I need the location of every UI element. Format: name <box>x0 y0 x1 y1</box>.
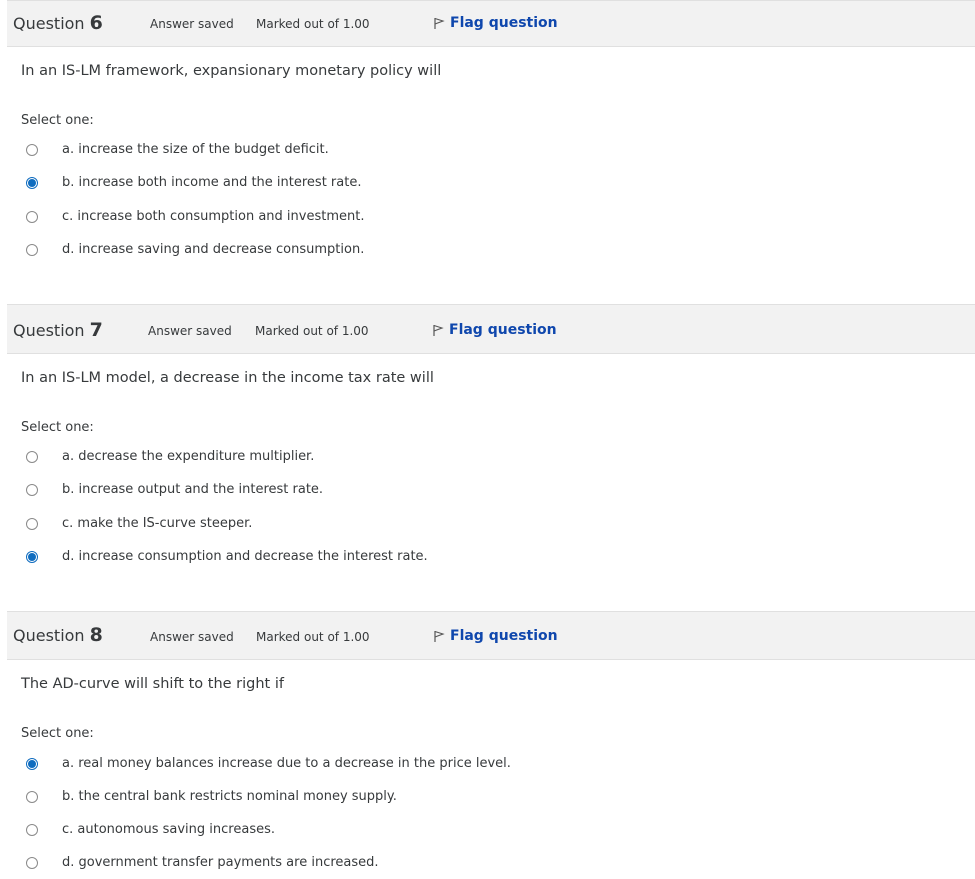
answer-option-a[interactable]: a. real money balances increase due to a… <box>7 750 707 780</box>
answer-option-b[interactable]: b. the central bank restricts nominal mo… <box>7 783 707 813</box>
answer-label[interactable]: c. increase both consumption and investm… <box>62 209 364 224</box>
question-number: 6 <box>89 12 103 34</box>
radio-button[interactable] <box>26 451 38 463</box>
answer-label[interactable]: c. autonomous saving increases. <box>62 822 275 837</box>
answer-label[interactable]: a. increase the size of the budget defic… <box>62 142 329 157</box>
flag-icon <box>434 17 445 29</box>
answer-label[interactable]: d. increase saving and decrease consumpt… <box>62 242 364 257</box>
select-one-prompt: Select one: <box>21 113 94 128</box>
radio-button[interactable] <box>26 244 38 256</box>
answer-option-a[interactable]: a. increase the size of the budget defic… <box>7 136 707 166</box>
answer-option-b[interactable]: b. increase output and the interest rate… <box>7 476 707 506</box>
answer-option-c[interactable]: c. autonomous saving increases. <box>7 816 707 846</box>
radio-button[interactable] <box>26 211 38 223</box>
question-label: Question <box>13 14 85 33</box>
radio-button[interactable] <box>26 857 38 869</box>
question-number: 7 <box>89 319 103 341</box>
select-one-prompt: Select one: <box>21 420 94 435</box>
question-label: Question <box>13 321 85 340</box>
question-number: 8 <box>89 624 103 646</box>
flag-question-label: Flag question <box>449 322 557 338</box>
radio-button-checked[interactable] <box>26 758 38 770</box>
question-text: In an IS-LM framework, expansionary mone… <box>21 63 442 79</box>
answer-option-c[interactable]: c. increase both consumption and investm… <box>7 203 707 233</box>
question-title: Question 7 <box>13 319 103 341</box>
radio-button-checked[interactable] <box>26 177 38 189</box>
question-title: Question 6 <box>13 12 103 34</box>
answer-label[interactable]: b. increase both income and the interest… <box>62 175 361 190</box>
radio-button[interactable] <box>26 484 38 496</box>
answer-option-d[interactable]: d. increase consumption and decrease the… <box>7 543 707 573</box>
flag-question-label: Flag question <box>450 628 558 644</box>
answer-label[interactable]: a. decrease the expenditure multiplier. <box>62 449 314 464</box>
answer-option-c[interactable]: c. make the IS-curve steeper. <box>7 510 707 540</box>
answer-label[interactable]: c. make the IS-curve steeper. <box>62 516 252 531</box>
radio-button[interactable] <box>26 824 38 836</box>
question-header: Question 7 Answer saved Marked out of 1.… <box>7 304 975 354</box>
question-header: Question 6 Answer saved Marked out of 1.… <box>7 0 975 47</box>
grade-info: Marked out of 1.00 <box>256 17 370 31</box>
answer-state: Answer saved <box>150 17 234 31</box>
flag-question-button[interactable]: Flag question <box>433 628 558 644</box>
flag-icon <box>434 630 445 642</box>
answer-state: Answer saved <box>148 324 232 338</box>
answer-state: Answer saved <box>150 630 234 644</box>
question-text: The AD-curve will shift to the right if <box>21 676 284 692</box>
radio-button[interactable] <box>26 791 38 803</box>
answer-option-d[interactable]: d. government transfer payments are incr… <box>7 849 707 879</box>
radio-button[interactable] <box>26 144 38 156</box>
flag-question-button[interactable]: Flag question <box>433 15 558 31</box>
radio-button[interactable] <box>26 518 38 530</box>
answer-label[interactable]: b. increase output and the interest rate… <box>62 482 323 497</box>
answer-option-d[interactable]: d. increase saving and decrease consumpt… <box>7 236 707 266</box>
grade-info: Marked out of 1.00 <box>255 324 369 338</box>
grade-info: Marked out of 1.00 <box>256 630 370 644</box>
answer-label[interactable]: d. government transfer payments are incr… <box>62 855 379 870</box>
question-text: In an IS-LM model, a decrease in the inc… <box>21 370 434 386</box>
question-header: Question 8 Answer saved Marked out of 1.… <box>7 611 975 660</box>
answer-option-b[interactable]: b. increase both income and the interest… <box>7 169 707 199</box>
radio-button-checked[interactable] <box>26 551 38 563</box>
answer-option-a[interactable]: a. decrease the expenditure multiplier. <box>7 443 707 473</box>
question-title: Question 8 <box>13 624 103 646</box>
answer-label[interactable]: d. increase consumption and decrease the… <box>62 549 428 564</box>
answer-label[interactable]: b. the central bank restricts nominal mo… <box>62 789 397 804</box>
flag-icon <box>433 324 444 336</box>
flag-question-label: Flag question <box>450 15 558 31</box>
answer-label[interactable]: a. real money balances increase due to a… <box>62 756 511 771</box>
flag-question-button[interactable]: Flag question <box>432 322 557 338</box>
select-one-prompt: Select one: <box>21 726 94 741</box>
question-label: Question <box>13 626 85 645</box>
